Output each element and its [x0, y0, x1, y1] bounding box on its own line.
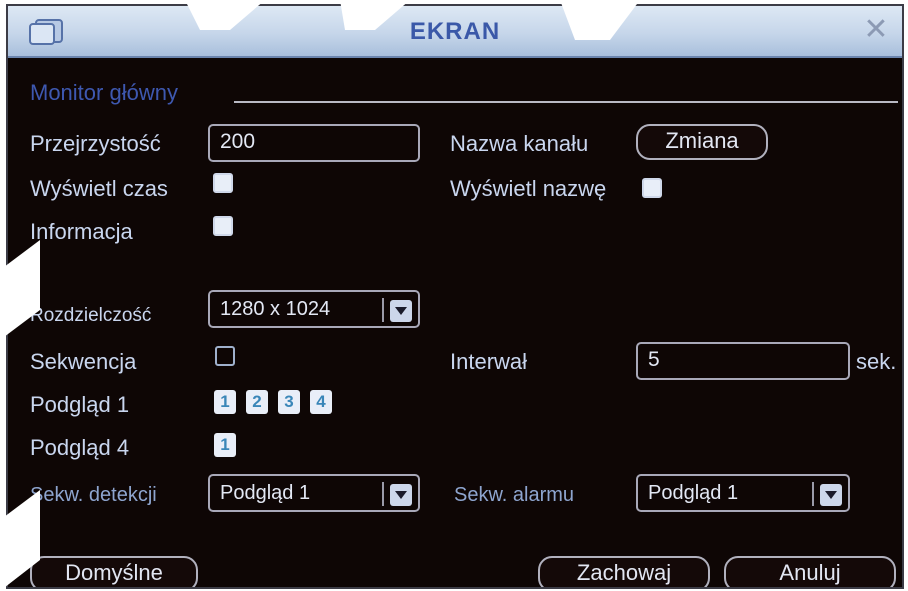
watermark-wedge: [560, 0, 640, 40]
watermark-wedge: [0, 490, 40, 591]
watermark-wedge: [0, 240, 40, 340]
watermark-wedge: [185, 0, 265, 30]
watermark-wedge: [340, 0, 410, 30]
watermark-overlay: [0, 0, 640, 591]
